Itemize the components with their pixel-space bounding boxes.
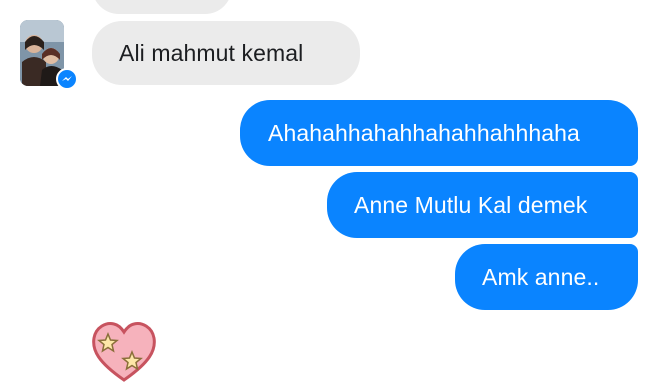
message-text: Amk anne.. <box>482 263 600 290</box>
previous-incoming-bubble[interactable] <box>92 0 232 14</box>
outgoing-message-bubble[interactable]: Ahahahhahahhahahhahhhaha <box>240 100 638 166</box>
heart-sticker-icon <box>92 322 156 382</box>
message-text: Ali mahmut kemal <box>119 39 304 66</box>
message-text: Anne Mutlu Kal demek <box>354 191 588 218</box>
heart-stars-sticker[interactable] <box>88 318 160 384</box>
outgoing-message-bubble[interactable]: Amk anne.. <box>455 244 638 310</box>
incoming-message-bubble[interactable]: Ali mahmut kemal <box>92 21 360 85</box>
messenger-icon <box>56 68 78 90</box>
outgoing-message-bubble[interactable]: Anne Mutlu Kal demek <box>327 172 638 238</box>
message-text: Ahahahhahahhahahhahhhaha <box>268 119 580 146</box>
messenger-bolt-icon <box>62 76 72 81</box>
chat-screen: { "conversation": { "contact": { "avatar… <box>0 0 672 382</box>
